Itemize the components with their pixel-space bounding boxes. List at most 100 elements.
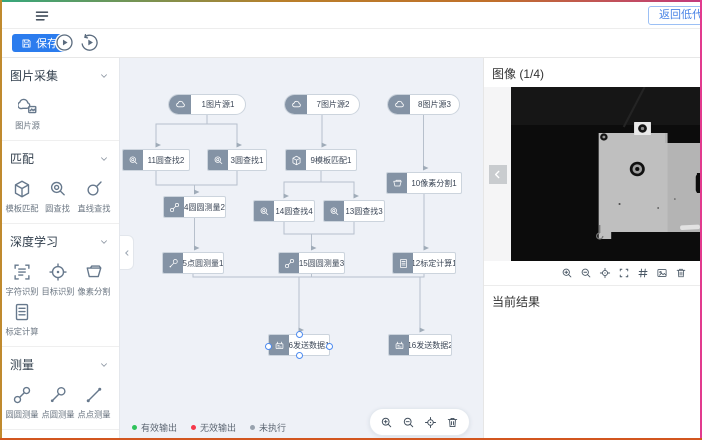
locate-icon[interactable] bbox=[599, 267, 611, 279]
tool-target-recognition[interactable]: 目标识别 bbox=[40, 262, 76, 298]
node-label: 1图片源1 bbox=[191, 95, 245, 114]
result-panel-title: 当前结果 bbox=[484, 286, 702, 315]
circle-search-icon bbox=[123, 150, 143, 170]
tool-label: 圆查找 bbox=[46, 203, 71, 215]
document-icon bbox=[12, 302, 32, 322]
legend-invalid-output: 无效输出 bbox=[191, 421, 236, 434]
zoom-out-icon[interactable] bbox=[402, 416, 415, 429]
frame-left bbox=[0, 0, 2, 440]
node-label: 15圆圆测量3 bbox=[299, 253, 344, 273]
section-header-measure[interactable]: 测量 bbox=[0, 353, 119, 375]
zoom-in-icon[interactable] bbox=[380, 416, 393, 429]
circle-circle-icon bbox=[279, 253, 299, 273]
section-deep-learning: 深度学习 字符识别 目标识别 像素分割 bbox=[0, 224, 119, 347]
tool-label: 圆圆测量 bbox=[5, 409, 38, 421]
tool-line-find[interactable]: 直线查找 bbox=[76, 179, 112, 215]
node-label: 6发送数据1 bbox=[289, 335, 329, 355]
node-image-source-2[interactable]: 7图片源2 bbox=[284, 94, 360, 115]
node-label: 5点圆测量1 bbox=[183, 253, 223, 273]
circle-search-icon bbox=[254, 201, 274, 221]
zoom-in-icon[interactable] bbox=[561, 267, 573, 279]
tool-label: 标定计算 bbox=[5, 326, 38, 338]
play-circle-icon bbox=[55, 33, 74, 52]
grey-dot bbox=[250, 425, 255, 430]
fullscreen-icon[interactable] bbox=[618, 267, 630, 279]
sidebar-collapse-handle[interactable] bbox=[120, 235, 134, 270]
circle-search-icon bbox=[48, 179, 68, 199]
tool-label: 模板匹配 bbox=[5, 203, 38, 215]
segmentation-icon bbox=[387, 173, 407, 193]
node-handle-top[interactable] bbox=[296, 331, 303, 338]
cloud-icon bbox=[285, 95, 307, 114]
tool-circle-circle-measure[interactable]: 圆圆测量 bbox=[4, 385, 40, 421]
node-handle-right[interactable] bbox=[326, 343, 333, 350]
node-handle-left[interactable] bbox=[265, 343, 272, 350]
chevron-down-icon bbox=[99, 71, 109, 81]
section-header-image-capture[interactable]: 图片采集 bbox=[0, 64, 119, 86]
section-header-deep-learning[interactable]: 深度学习 bbox=[0, 230, 119, 252]
section-title: 测量 bbox=[10, 356, 34, 373]
node-handle-bottom[interactable] bbox=[296, 352, 303, 359]
node-circle-find-4[interactable]: 14圆查找4 bbox=[253, 200, 315, 222]
node-circle-circle-measure-2[interactable]: 4圆圆测量2 bbox=[163, 196, 226, 218]
cloud-icon bbox=[169, 95, 191, 114]
tool-point-point-measure[interactable]: 点点测量 bbox=[76, 385, 112, 421]
node-label: 12标定计算1 bbox=[413, 253, 455, 273]
tool-pixel-segmentation[interactable]: 像素分割 bbox=[76, 262, 112, 298]
legend-label: 有效输出 bbox=[141, 421, 177, 434]
inspection-image[interactable] bbox=[511, 87, 702, 261]
node-circle-circle-measure-3[interactable]: 15圆圆测量3 bbox=[278, 252, 345, 274]
point-circle-icon bbox=[163, 253, 183, 273]
header-bar: 返回低代 bbox=[0, 2, 702, 29]
node-send-data-2[interactable]: 16发送数据2 bbox=[388, 334, 452, 356]
run-button[interactable] bbox=[55, 33, 74, 52]
image-toolbar bbox=[484, 261, 702, 286]
tool-calibration-calc[interactable]: 标定计算 bbox=[4, 302, 40, 338]
section-header-matching[interactable]: 匹配 bbox=[0, 147, 119, 169]
legend-label: 无效输出 bbox=[200, 421, 236, 434]
circle-circle-icon bbox=[164, 197, 184, 217]
node-point-circle-measure-1[interactable]: 5点圆测量1 bbox=[162, 252, 224, 274]
grid-icon[interactable] bbox=[637, 267, 649, 279]
tool-template-match[interactable]: 模板匹配 bbox=[4, 179, 40, 215]
point-point-icon bbox=[84, 385, 104, 405]
legend-label: 未执行 bbox=[259, 421, 286, 434]
cube-icon bbox=[12, 179, 32, 199]
node-label: 8图片源3 bbox=[410, 95, 459, 114]
target-icon bbox=[48, 262, 68, 282]
save-icon bbox=[21, 38, 32, 49]
trash-icon[interactable] bbox=[675, 267, 687, 279]
tool-label: 点点测量 bbox=[77, 409, 110, 421]
run-loop-button[interactable] bbox=[80, 33, 99, 52]
flow-canvas[interactable]: 1图片源1 7图片源2 8图片源3 11圆查找2 3圆查找1 9模板匹配1 bbox=[120, 58, 483, 440]
tool-label: 点圆测量 bbox=[41, 409, 74, 421]
node-circle-find-3[interactable]: 13圆查找3 bbox=[323, 200, 385, 222]
prev-image-button[interactable] bbox=[489, 165, 507, 184]
section-matching: 匹配 模板匹配 圆查找 直线查找 bbox=[0, 141, 119, 224]
node-send-data-1[interactable]: 6发送数据1 bbox=[268, 334, 330, 356]
node-image-source-3[interactable]: 8图片源3 bbox=[387, 94, 460, 115]
node-template-match-1[interactable]: 9模板匹配1 bbox=[285, 149, 357, 171]
menu-icon[interactable] bbox=[34, 8, 50, 24]
node-calibration-calc-1[interactable]: 12标定计算1 bbox=[392, 252, 456, 274]
node-pixel-segmentation-1[interactable]: 10像素分割1 bbox=[386, 172, 462, 194]
tool-char-recognition[interactable]: 字符识别 bbox=[4, 262, 40, 298]
node-circle-find-1[interactable]: 3圆查找1 bbox=[207, 149, 267, 171]
cube-icon bbox=[286, 150, 306, 170]
tool-circle-find[interactable]: 圆查找 bbox=[40, 179, 76, 215]
trash-icon[interactable] bbox=[446, 416, 459, 429]
back-to-lowcode-button[interactable]: 返回低代 bbox=[648, 6, 702, 25]
cloud-icon bbox=[388, 95, 410, 114]
zoom-out-icon[interactable] bbox=[580, 267, 592, 279]
picture-icon[interactable] bbox=[656, 267, 668, 279]
tool-point-circle-measure[interactable]: 点圆测量 bbox=[40, 385, 76, 421]
locate-icon[interactable] bbox=[424, 416, 437, 429]
comm-device-icon bbox=[389, 335, 409, 355]
tool-image-source[interactable]: 图片源 bbox=[10, 96, 46, 132]
image-viewer bbox=[484, 87, 702, 261]
collapse-arrow-icon bbox=[122, 248, 132, 258]
node-label: 16发送数据2 bbox=[409, 335, 451, 355]
node-image-source-1[interactable]: 1图片源1 bbox=[168, 94, 246, 115]
node-label: 11圆查找2 bbox=[143, 150, 189, 170]
node-circle-find-2[interactable]: 11圆查找2 bbox=[122, 149, 190, 171]
